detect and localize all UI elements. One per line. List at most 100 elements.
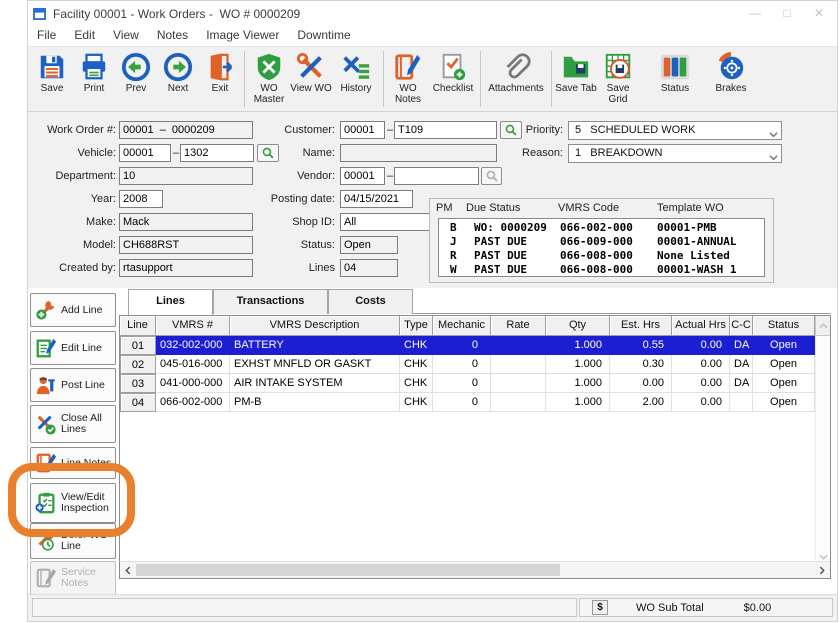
- close-all-lines-button[interactable]: Close All Lines: [30, 405, 116, 443]
- work-order-header-form: Work Order #: 00001 – 0000209 Vehicle: 0…: [28, 112, 837, 288]
- table-row[interactable]: 01 032-002-000 BATTERY CHK 0 1.000 0.55 …: [120, 336, 815, 355]
- pm-due-status-list[interactable]: BWO: 0000209066-002-00000001-PMB JPAST D…: [438, 218, 765, 277]
- menu-view[interactable]: View: [104, 26, 148, 46]
- save-button[interactable]: Save: [31, 51, 73, 94]
- line-notes-button[interactable]: Line Notes: [30, 447, 116, 479]
- year-field[interactable]: 2008: [119, 190, 163, 208]
- pm-row: JPAST DUE066-009-00000001-ANNUAL: [450, 235, 764, 249]
- vehicle-facility-field[interactable]: 00001: [119, 144, 171, 162]
- posting-date-label: Posting date:: [240, 190, 335, 208]
- edit-line-icon: [35, 337, 57, 359]
- customer-number-field[interactable]: T109: [394, 121, 497, 139]
- prev-button[interactable]: Prev: [115, 51, 157, 94]
- vendor-label: Vendor:: [240, 167, 335, 185]
- tab-costs[interactable]: Costs: [328, 289, 413, 314]
- menu-downtime[interactable]: Downtime: [288, 26, 359, 46]
- table-row[interactable]: 03 041-000-000 AIR INTAKE SYSTEM CHK 0 1…: [120, 374, 815, 393]
- work-order-label: Work Order #:: [32, 121, 116, 139]
- column-header[interactable]: Actual Hrs: [672, 316, 730, 336]
- status-bar-left-panel: [32, 598, 577, 617]
- print-button[interactable]: Print: [73, 51, 115, 94]
- save-grid-button[interactable]: Save Grid: [597, 51, 639, 105]
- print-icon: [78, 51, 110, 82]
- chevron-left-icon: [125, 566, 131, 575]
- status-label: Status:: [240, 236, 335, 254]
- checklist-button[interactable]: Checklist: [429, 51, 477, 94]
- maximize-button[interactable]: □: [771, 1, 803, 26]
- scroll-right-button[interactable]: [815, 562, 829, 578]
- customer-facility-field[interactable]: 00001: [340, 121, 385, 139]
- column-header[interactable]: Mechanic: [433, 316, 491, 336]
- vertical-scrollbar[interactable]: [815, 336, 830, 561]
- vendor-search-button[interactable]: [481, 167, 502, 185]
- table-row[interactable]: 04 066-002-000 PM-B CHK 0 1.000 2.00 0.0…: [120, 393, 815, 412]
- exit-icon: [204, 51, 236, 82]
- vehicle-label: Vehicle:: [32, 144, 116, 162]
- save-tab-button[interactable]: Save Tab: [555, 51, 597, 94]
- make-label: Make:: [32, 213, 116, 231]
- column-header[interactable]: C-C: [730, 316, 753, 336]
- column-header[interactable]: VMRS Description: [230, 316, 400, 336]
- menu-notes[interactable]: Notes: [148, 26, 197, 46]
- toolbar-separator: [480, 51, 481, 107]
- column-header[interactable]: Status: [753, 316, 815, 336]
- vendor-number-field[interactable]: [394, 167, 479, 185]
- toolbar: Save Print Prev Next Exit WO Master View…: [28, 46, 837, 112]
- pm-panel-headers: PM Due Status VMRS Code Template WO: [430, 199, 773, 214]
- column-header[interactable]: Type: [400, 316, 433, 336]
- view-edit-inspection-button[interactable]: View/Edit Inspection: [30, 483, 116, 523]
- tab-transactions[interactable]: Transactions: [213, 289, 328, 314]
- horizontal-scrollbar[interactable]: [120, 561, 830, 578]
- history-icon: [340, 51, 372, 82]
- column-header[interactable]: VMRS #: [156, 316, 230, 336]
- service-notes-button: Service Notes: [30, 561, 116, 595]
- column-header[interactable]: Rate: [491, 316, 546, 336]
- add-line-button[interactable]: Add Line: [30, 293, 116, 327]
- view-wo-button[interactable]: View WO: [290, 51, 332, 94]
- menu-image-viewer[interactable]: Image Viewer: [197, 26, 288, 46]
- table-row[interactable]: 02 045-016-000 EXHST MNFLD OR GASKT CHK …: [120, 355, 815, 374]
- edit-line-button[interactable]: Edit Line: [30, 331, 116, 365]
- close-button[interactable]: ✕: [803, 1, 835, 26]
- brakes-icon: [715, 51, 747, 82]
- scroll-up-button[interactable]: [815, 316, 830, 336]
- status-button[interactable]: Status: [651, 51, 699, 94]
- wo-master-button[interactable]: WO Master: [248, 51, 290, 105]
- year-label: Year:: [32, 190, 116, 208]
- tab-lines[interactable]: Lines: [128, 289, 213, 315]
- vendor-facility-field[interactable]: 00001: [340, 167, 385, 185]
- dash: –: [387, 167, 393, 185]
- pm-due-status-panel: PM Due Status VMRS Code Template WO BWO:…: [429, 198, 774, 283]
- column-header[interactable]: Qty: [546, 316, 610, 336]
- exit-button[interactable]: Exit: [199, 51, 241, 94]
- model-label: Model:: [32, 236, 116, 254]
- scrollbar-thumb[interactable]: [136, 564, 560, 576]
- reason-dropdown[interactable]: 1 BREAKDOWN: [568, 144, 782, 163]
- menu-edit[interactable]: Edit: [65, 26, 104, 46]
- customer-label: Customer:: [240, 121, 335, 139]
- window-icon: [33, 8, 46, 20]
- menu-file[interactable]: File: [28, 26, 65, 46]
- posting-date-field[interactable]: 04/15/2021: [340, 190, 413, 208]
- post-line-button[interactable]: Post Line: [30, 368, 116, 402]
- toolbar-separator: [551, 51, 552, 107]
- pm-row: RPAST DUE066-008-000None Listed: [450, 249, 764, 263]
- defer-wo-line-button[interactable]: Defer WO Line: [30, 523, 116, 559]
- attachments-button[interactable]: Attachments: [484, 51, 548, 94]
- save-tab-icon: [560, 51, 592, 82]
- shop-id-label: Shop ID:: [240, 213, 335, 231]
- column-header[interactable]: Est. Hrs: [610, 316, 672, 336]
- minimize-button[interactable]: —: [739, 1, 771, 26]
- pm-row: WPAST DUE066-008-00000001-WASH 1: [450, 263, 764, 277]
- history-button[interactable]: History: [332, 51, 380, 94]
- column-header[interactable]: Line: [120, 316, 156, 336]
- defer-wo-line-icon: [35, 530, 57, 552]
- scroll-left-button[interactable]: [121, 562, 135, 578]
- currency-button[interactable]: $: [592, 600, 608, 615]
- scroll-down-button[interactable]: [816, 554, 830, 560]
- next-button[interactable]: Next: [157, 51, 199, 94]
- wo-notes-button[interactable]: WO Notes: [387, 51, 429, 105]
- brakes-button[interactable]: Brakes: [707, 51, 755, 94]
- title-bar: Facility 00001 - Work Orders - WO # 0000…: [28, 1, 837, 26]
- priority-dropdown[interactable]: 5 SCHEDULED WORK: [568, 121, 782, 140]
